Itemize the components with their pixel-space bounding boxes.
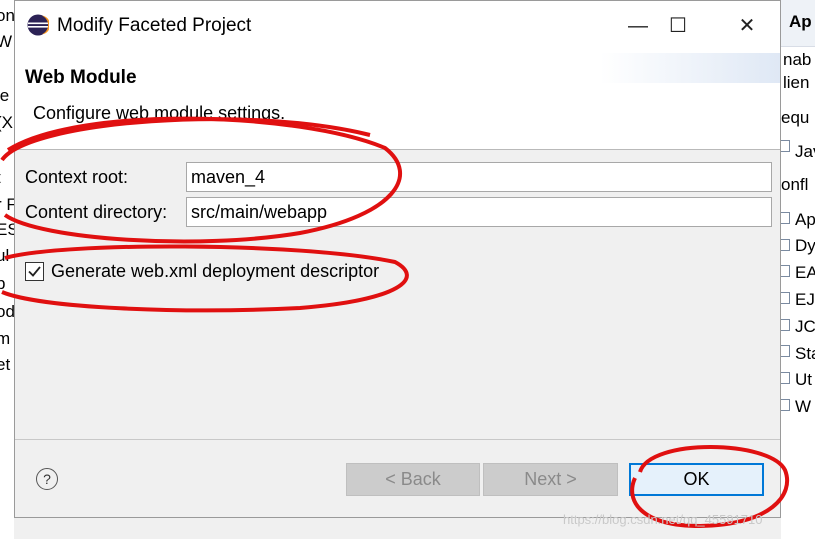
bg-text: Ap [795, 210, 815, 229]
context-root-label: Context root: [25, 167, 129, 187]
bg-text: JC [795, 317, 815, 336]
watermark: https://blog.csdn.net/qq_45591710 [563, 512, 763, 527]
bg-text: Sta [795, 344, 815, 363]
bg-text: od [0, 302, 14, 321]
bg-text: ES [0, 220, 14, 239]
bg-text: W [0, 32, 13, 51]
bg-text: r F [0, 195, 14, 214]
file-icon [781, 345, 790, 357]
bg-text: EA [795, 263, 815, 282]
back-button[interactable]: < Back [346, 463, 480, 496]
content-directory-label: Content directory: [25, 202, 168, 222]
background-window-left: on W le (X t r F ES ul b od m et [0, 0, 14, 539]
file-icon [781, 140, 790, 152]
bg-text: W [795, 397, 812, 416]
bg-text: onfl [781, 175, 809, 194]
next-button[interactable]: Next > [483, 463, 618, 496]
bg-text: t [0, 168, 1, 188]
window-title: Modify Faceted Project [57, 15, 252, 36]
bg-text: on [0, 6, 14, 25]
checkmark-icon [28, 266, 41, 277]
bg-text: EJ [795, 290, 815, 309]
bg-text: Dy [795, 236, 815, 255]
ok-button[interactable]: OK [629, 463, 764, 496]
bg-text: equ [781, 108, 810, 127]
maximize-button[interactable]: ☐ [655, 11, 701, 41]
file-icon [781, 372, 790, 384]
file-icon [781, 319, 790, 331]
divider [15, 439, 780, 440]
bg-text: (X [0, 113, 13, 132]
page-title: Web Module [25, 67, 137, 88]
file-icon [781, 292, 790, 304]
bg-header: Ap [781, 0, 815, 47]
page-description: Configure web module settings. [33, 103, 286, 123]
bg-text: et [0, 355, 11, 374]
bg-text: b [0, 274, 6, 293]
bg-text: le [0, 86, 10, 105]
bg-header-text: Ap [789, 12, 812, 31]
context-root-input[interactable]: maven_4 [186, 162, 772, 192]
bg-text: lien [783, 73, 810, 92]
help-icon[interactable]: ? [36, 468, 58, 490]
bg-text: nab [783, 50, 812, 69]
file-icon [781, 212, 790, 224]
generate-descriptor-checkbox[interactable] [25, 262, 44, 281]
content-directory-input[interactable]: src/main/webapp [186, 197, 772, 227]
eclipse-icon [27, 14, 49, 36]
header-banner [600, 53, 780, 83]
file-icon [781, 265, 790, 277]
file-icon [781, 399, 790, 411]
generate-descriptor-label: Generate web.xml deployment descriptor [51, 261, 380, 281]
bg-text: m [0, 329, 11, 348]
bg-text: ul [0, 246, 10, 265]
wizard-header: Web Module Configure web module settings… [15, 53, 780, 150]
close-button[interactable]: ✕ [724, 11, 770, 41]
file-icon [781, 239, 790, 251]
bg-text: Ut [795, 370, 812, 389]
modify-faceted-project-dialog: Modify Faceted Project — ☐ ✕ Web Module … [14, 0, 781, 518]
background-window-right: Ap nab lien equ Jav onfl Ap Dy EA EJ JC … [781, 0, 815, 539]
bg-text: Jav [795, 142, 815, 161]
title-bar[interactable]: Modify Faceted Project — ☐ ✕ [15, 1, 780, 53]
